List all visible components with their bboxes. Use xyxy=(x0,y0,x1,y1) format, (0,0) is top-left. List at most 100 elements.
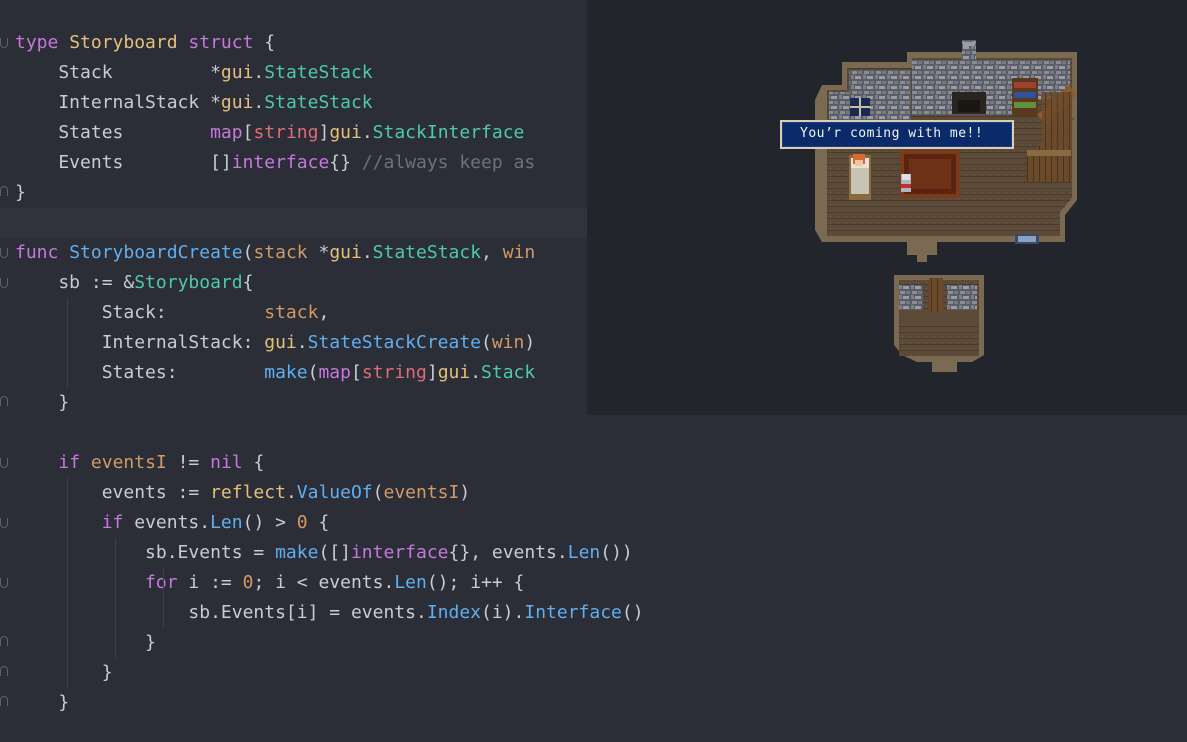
code-token: . xyxy=(470,362,482,383)
code-line[interactable]: InternalStack: gui.StateStackCreate(win) xyxy=(15,328,536,358)
code-token: Interface xyxy=(524,602,622,623)
code-token: Index xyxy=(426,602,481,623)
code-line[interactable]: func StoryboardCreate(stack *gui.StateSt… xyxy=(15,238,535,268)
code-token: States xyxy=(15,122,211,143)
code-line[interactable]: if events.Len() > 0 { xyxy=(15,508,330,538)
code-token: struct xyxy=(188,32,254,53)
code-token: Events [] xyxy=(15,152,232,173)
code-token: InternalStack: xyxy=(15,332,265,353)
fold-marker-icon[interactable] xyxy=(0,696,8,706)
code-token: interface xyxy=(231,152,330,173)
code-token: } xyxy=(15,182,26,203)
code-token: , xyxy=(481,242,503,263)
indent-guide xyxy=(115,538,116,658)
code-token: win xyxy=(491,332,525,353)
code-line[interactable]: type Storyboard struct { xyxy=(15,28,275,58)
code-token: ([] xyxy=(318,542,351,563)
code-token: {} xyxy=(329,152,362,173)
code-token: . xyxy=(361,122,373,143)
game-preview-window[interactable]: You’r coming with me!! xyxy=(587,0,1187,415)
code-token: type xyxy=(15,32,59,53)
code-token: { xyxy=(242,452,265,473)
indent-guide xyxy=(67,298,68,388)
code-token: events. xyxy=(123,512,211,533)
code-token: func xyxy=(15,242,59,263)
code-line[interactable]: Stack *gui.StateStack xyxy=(15,58,372,88)
code-token: gui xyxy=(220,62,254,83)
code-line[interactable]: Stack: stack, xyxy=(15,298,330,328)
code-token: { xyxy=(242,272,254,293)
code-token: interface xyxy=(350,542,449,563)
code-token: ( xyxy=(481,332,492,353)
code-token: gui xyxy=(220,92,254,113)
code-token: (i). xyxy=(481,602,525,623)
code-line[interactable]: sb.Events = make([]interface{}, events.L… xyxy=(15,538,633,568)
code-line[interactable]: } xyxy=(15,658,113,688)
code-token: string xyxy=(253,122,319,143)
code-token: Stack xyxy=(481,362,536,383)
code-line[interactable]: events := reflect.ValueOf(eventsI) xyxy=(15,478,471,508)
indent-guide xyxy=(163,568,164,628)
code-token: StackInterface xyxy=(372,122,525,143)
code-line[interactable]: States: make(map[string]gui.Stack xyxy=(15,358,536,388)
code-token: InternalStack * xyxy=(15,92,221,113)
fold-marker-icon[interactable] xyxy=(0,396,8,406)
code-token: ) xyxy=(524,332,536,353)
code-token: . xyxy=(253,62,265,83)
fold-marker-icon[interactable] xyxy=(0,518,8,528)
code-token: } xyxy=(15,662,113,683)
code-token: } xyxy=(15,392,70,413)
code-token: . xyxy=(296,332,308,353)
code-token: ( xyxy=(372,482,384,503)
code-token: StateStackCreate xyxy=(307,332,481,353)
fold-marker-icon[interactable] xyxy=(0,186,8,196)
code-line[interactable]: } xyxy=(15,178,26,208)
fold-marker-icon[interactable] xyxy=(0,38,8,48)
code-line[interactable]: InternalStack *gui.StateStack xyxy=(15,88,373,118)
code-token: gui xyxy=(437,362,471,383)
fold-marker-icon[interactable] xyxy=(0,278,8,288)
code-token: Len xyxy=(394,572,427,593)
code-token: [ xyxy=(350,362,362,383)
code-token: States: xyxy=(15,362,265,383)
code-token: != xyxy=(166,452,211,473)
fold-marker-icon[interactable] xyxy=(0,458,8,468)
code-token: make xyxy=(264,362,308,383)
code-token: sb.Events[i] = events. xyxy=(15,602,427,623)
code-token: nil xyxy=(210,452,243,473)
code-line[interactable]: if eventsI != nil { xyxy=(15,448,264,478)
code-token: ; i < events. xyxy=(253,572,395,593)
code-token: gui xyxy=(329,122,362,143)
code-line[interactable]: Events []interface{} //always keep as xyxy=(15,148,535,178)
code-line[interactable]: States map[string]gui.StackInterface xyxy=(15,118,524,148)
code-token: gui xyxy=(329,242,362,263)
code-token: {}, events. xyxy=(448,542,568,563)
dialog-box: You’r coming with me!! xyxy=(780,120,1014,149)
code-token: Storyboard xyxy=(134,272,243,293)
code-token: StateStack xyxy=(264,92,373,113)
code-token: stack xyxy=(264,302,319,323)
code-token: { xyxy=(253,32,276,53)
code-line[interactable]: } xyxy=(15,688,69,718)
code-token: () > xyxy=(242,512,297,533)
fold-marker-icon[interactable] xyxy=(0,636,8,646)
code-token: if xyxy=(101,512,124,533)
code-line[interactable]: } xyxy=(15,388,69,418)
code-token: sb.Events = xyxy=(15,542,276,563)
code-token: . xyxy=(285,482,297,503)
code-token: 0 xyxy=(242,572,254,593)
code-token: [ xyxy=(242,122,254,143)
code-token: ] xyxy=(426,362,438,383)
code-line[interactable]: for i := 0; i < events.Len(); i++ { xyxy=(15,568,524,598)
code-line[interactable]: sb.Events[i] = events.Index(i).Interface… xyxy=(15,598,643,628)
fold-marker-icon[interactable] xyxy=(0,578,8,588)
code-token: Len xyxy=(567,542,601,563)
code-line[interactable]: sb := &Storyboard{ xyxy=(15,268,253,298)
code-token: . xyxy=(361,242,373,263)
fold-marker-icon[interactable] xyxy=(0,666,8,676)
code-token: { xyxy=(307,512,330,533)
code-line[interactable]: } xyxy=(15,628,156,658)
fold-marker-icon[interactable] xyxy=(0,248,8,258)
code-token: map xyxy=(210,122,243,143)
